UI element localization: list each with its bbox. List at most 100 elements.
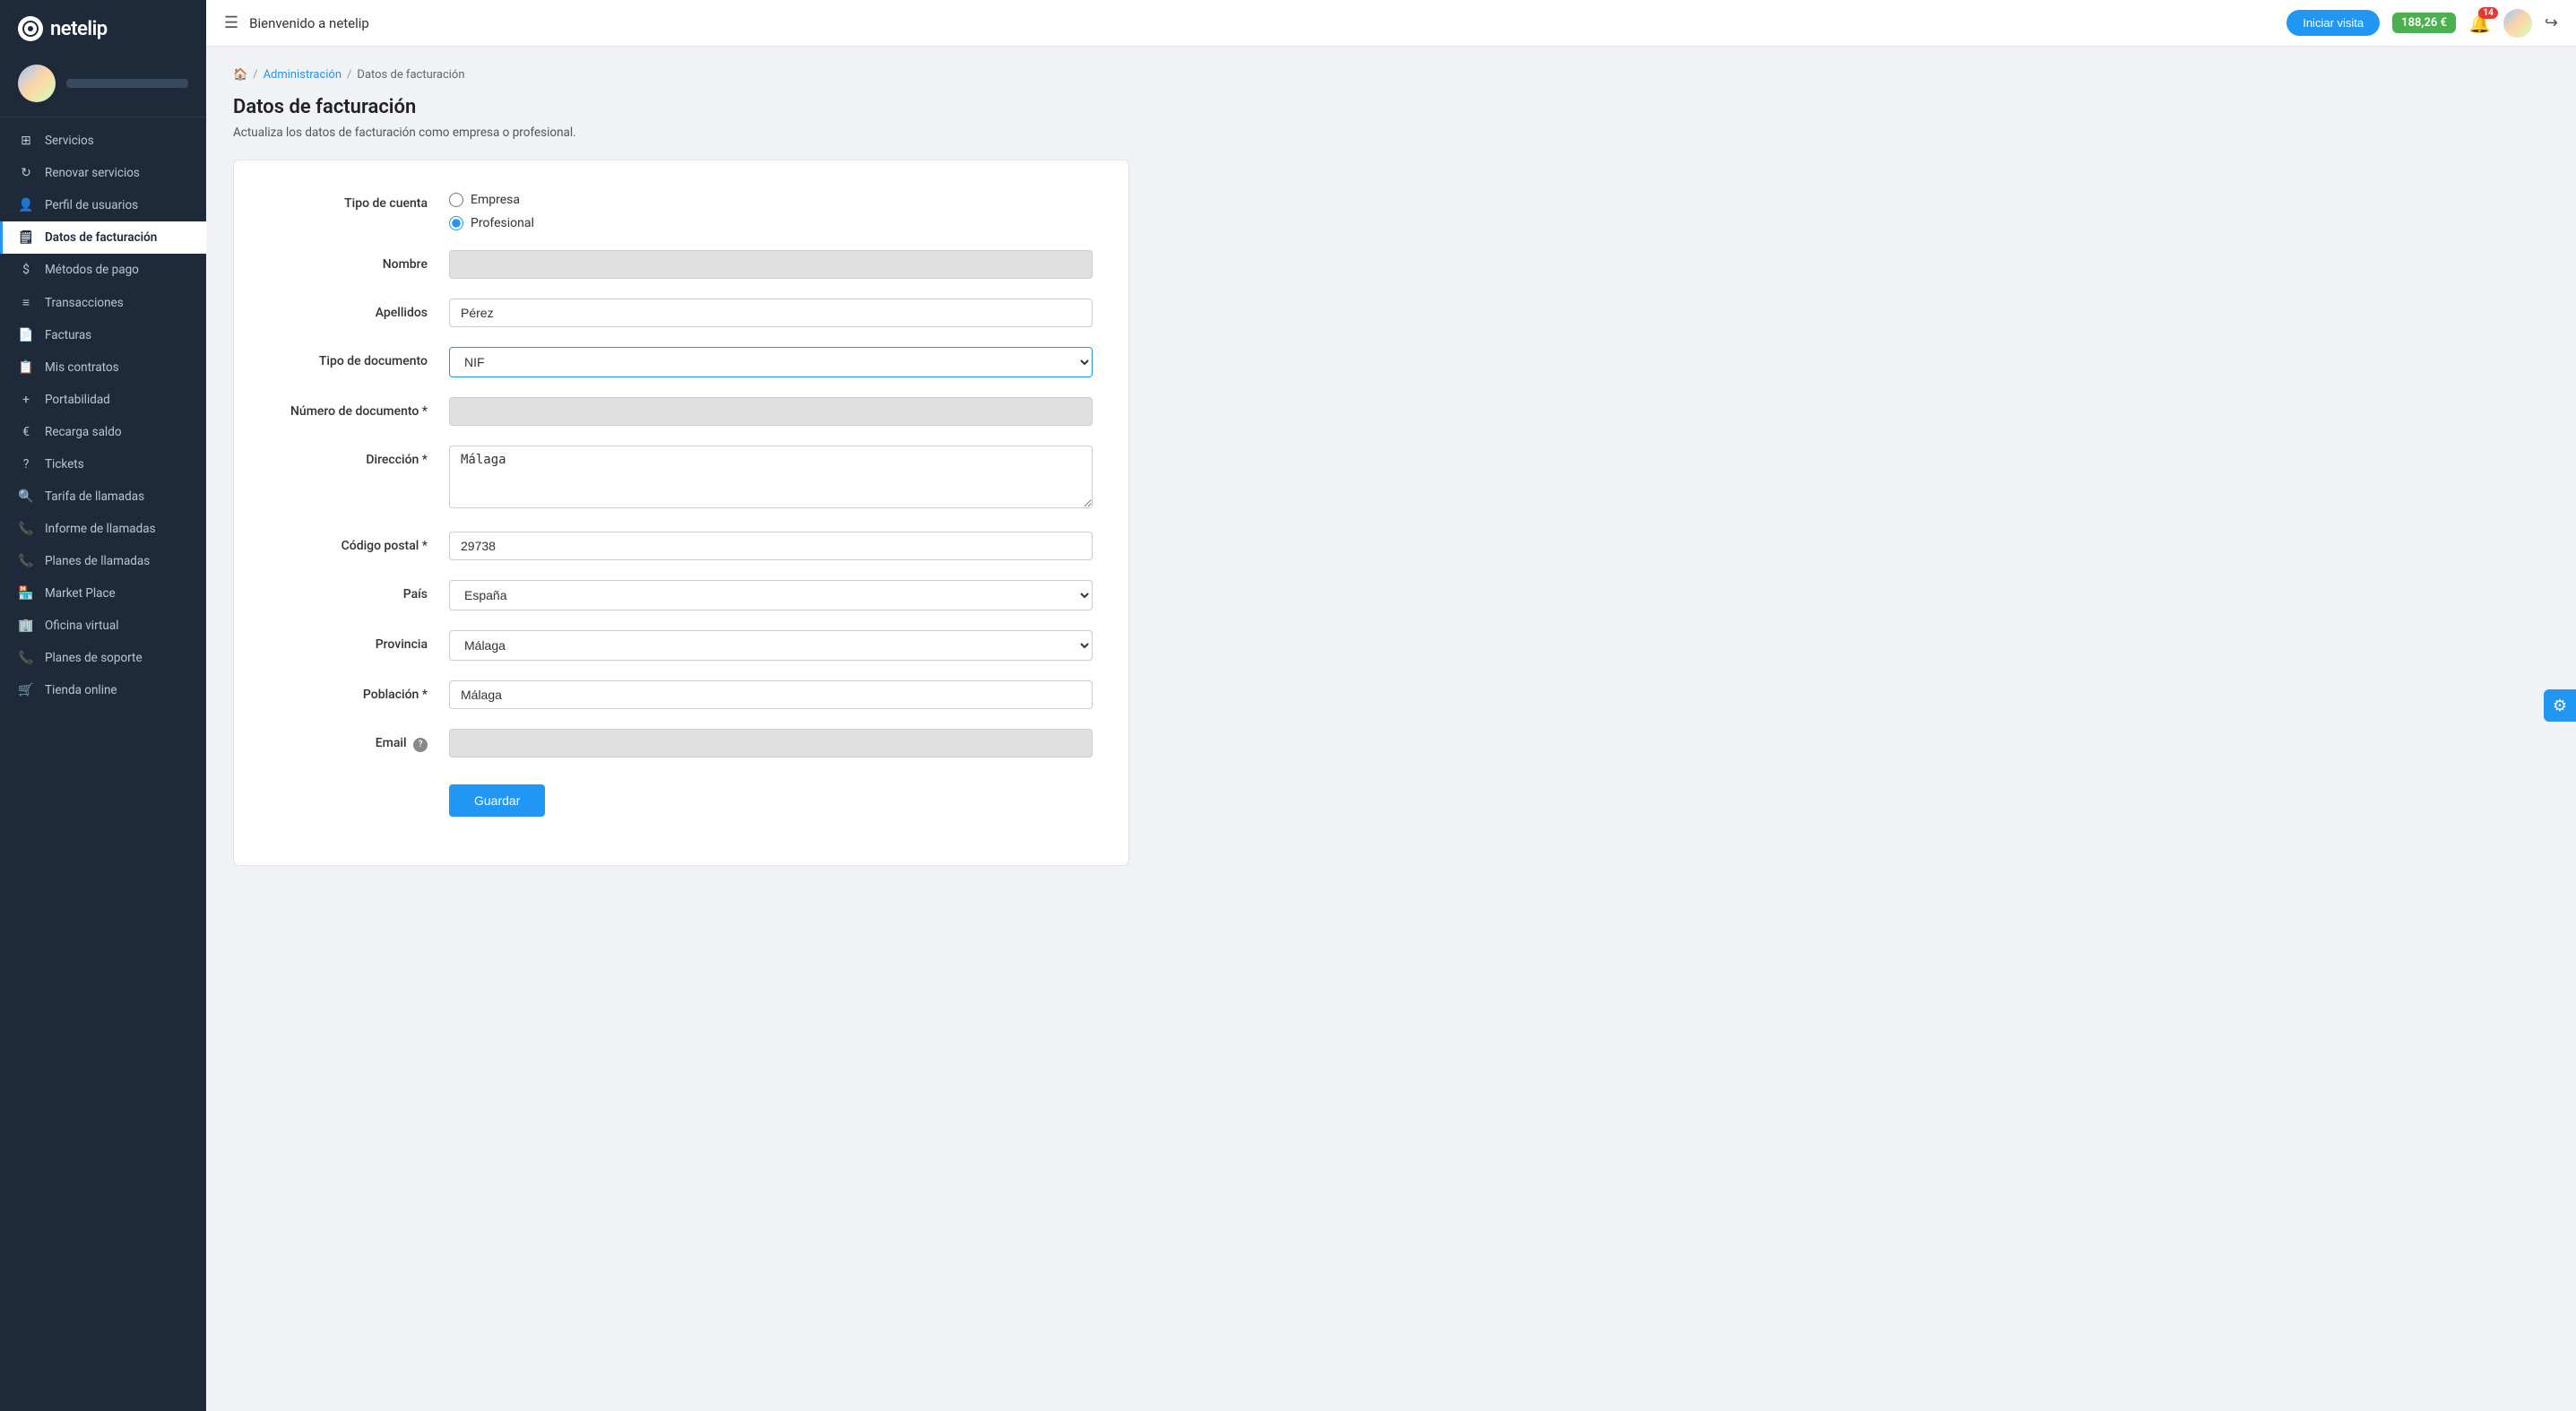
sidebar-profile bbox=[0, 54, 206, 117]
sidebar-item-informe[interactable]: 📞 Informe de llamadas bbox=[0, 513, 206, 545]
transactions-icon: ≡ bbox=[18, 295, 34, 310]
apellidos-field bbox=[449, 299, 1093, 327]
sidebar-logo: netelip bbox=[0, 0, 206, 54]
email-help-icon[interactable]: ? bbox=[413, 738, 428, 752]
sidebar-item-oficina[interactable]: 🏢 Oficina virtual bbox=[0, 610, 206, 642]
direccion-textarea[interactable]: Málaga bbox=[449, 446, 1093, 508]
pais-row: País España Francia Alemania Portugal bbox=[270, 580, 1093, 610]
sidebar-item-label: Transacciones bbox=[45, 296, 124, 310]
provincia-field: Málaga Madrid Barcelona Sevilla bbox=[449, 630, 1093, 661]
sidebar-item-label: Mis contratos bbox=[45, 360, 119, 375]
contract-icon: 📋 bbox=[18, 360, 34, 375]
sidebar-item-label: Tickets bbox=[45, 457, 84, 472]
sidebar-item-tarifa[interactable]: 🔍 Tarifa de llamadas bbox=[0, 480, 206, 513]
header-right: Iniciar visita 188,26 € 🔔 14 ↪ bbox=[2286, 9, 2558, 38]
nombre-field bbox=[449, 250, 1093, 279]
nombre-row: Nombre bbox=[270, 250, 1093, 279]
office-icon: 🏢 bbox=[18, 619, 34, 633]
sidebar-item-label: Planes de llamadas bbox=[45, 554, 150, 568]
balance-badge: 188,26 € bbox=[2392, 13, 2456, 33]
tipo-doc-field: NIF NIE Pasaporte CIF bbox=[449, 347, 1093, 377]
pais-select[interactable]: España Francia Alemania Portugal bbox=[449, 580, 1093, 610]
header-avatar[interactable] bbox=[2503, 9, 2532, 38]
radio-profesional-label: Profesional bbox=[471, 216, 534, 230]
start-visit-button[interactable]: Iniciar visita bbox=[2286, 10, 2380, 36]
sidebar-item-recarga[interactable]: € Recarga saldo bbox=[0, 416, 206, 448]
notification-count: 14 bbox=[2478, 7, 2497, 19]
sidebar-item-servicios[interactable]: ⊞ Servicios bbox=[0, 125, 206, 157]
num-doc-row: Número de documento * bbox=[270, 397, 1093, 426]
save-button[interactable]: Guardar bbox=[449, 784, 545, 817]
sidebar-item-tickets[interactable]: ? Tickets bbox=[0, 448, 206, 480]
billing-form-card: Tipo de cuenta Empresa Profesional Nombr… bbox=[233, 160, 1129, 866]
support-icon: 📞 bbox=[18, 651, 34, 665]
logout-icon[interactable]: ↪ bbox=[2545, 13, 2558, 32]
recharge-icon: € bbox=[18, 425, 34, 439]
tipo-doc-label: Tipo de documento bbox=[270, 347, 449, 368]
logo-text: netelip bbox=[50, 18, 108, 40]
radio-profesional[interactable]: Profesional bbox=[449, 216, 1093, 230]
home-icon[interactable]: 🏠 bbox=[233, 68, 247, 82]
invoice-icon: 📄 bbox=[18, 328, 34, 342]
settings-fab[interactable]: ⚙ bbox=[2544, 689, 2576, 722]
num-doc-label: Número de documento * bbox=[270, 397, 449, 419]
logo-icon bbox=[18, 16, 43, 41]
ticket-icon: ? bbox=[18, 457, 34, 472]
provincia-label: Provincia bbox=[270, 630, 449, 652]
poblacion-field bbox=[449, 680, 1093, 709]
sidebar-item-label: Datos de facturación bbox=[45, 230, 157, 245]
sidebar-item-label: Métodos de pago bbox=[45, 263, 139, 277]
sidebar-item-metodos[interactable]: $ Métodos de pago bbox=[0, 254, 206, 286]
poblacion-input[interactable] bbox=[449, 680, 1093, 709]
sidebar-item-label: Recarga saldo bbox=[45, 425, 122, 439]
report-icon: 📞 bbox=[18, 522, 34, 536]
sidebar-item-label: Tarifa de llamadas bbox=[45, 489, 144, 504]
breadcrumb-admin[interactable]: Administración bbox=[264, 68, 341, 82]
sidebar-item-facturacion[interactable]: 🗒 Datos de facturación bbox=[0, 221, 206, 254]
radio-empresa-input[interactable] bbox=[449, 193, 463, 207]
sidebar-item-transacciones[interactable]: ≡ Transacciones bbox=[0, 286, 206, 319]
radio-empresa[interactable]: Empresa bbox=[449, 193, 1093, 207]
cp-input[interactable] bbox=[449, 532, 1093, 560]
header: ☰ Bienvenido a netelip Iniciar visita 18… bbox=[206, 0, 2576, 47]
refresh-icon: ↻ bbox=[18, 166, 34, 180]
sidebar-item-label: Tienda online bbox=[45, 683, 117, 697]
sidebar-item-label: Portabilidad bbox=[45, 393, 110, 407]
sidebar-item-facturas[interactable]: 📄 Facturas bbox=[0, 319, 206, 351]
sidebar-item-renovar[interactable]: ↻ Renovar servicios bbox=[0, 157, 206, 189]
sidebar-item-tienda[interactable]: 🛒 Tienda online bbox=[0, 674, 206, 706]
num-doc-input[interactable] bbox=[449, 397, 1093, 426]
page-subtitle: Actualiza los datos de facturación como … bbox=[233, 126, 2549, 140]
sidebar-item-label: Oficina virtual bbox=[45, 619, 118, 633]
grid-icon: ⊞ bbox=[18, 134, 34, 148]
radio-profesional-input[interactable] bbox=[449, 216, 463, 230]
tipo-doc-row: Tipo de documento NIF NIE Pasaporte CIF bbox=[270, 347, 1093, 377]
pais-label: País bbox=[270, 580, 449, 602]
sidebar-item-contratos[interactable]: 📋 Mis contratos bbox=[0, 351, 206, 384]
email-row: Email ? bbox=[270, 729, 1093, 757]
email-input[interactable] bbox=[449, 729, 1093, 757]
tipo-doc-select[interactable]: NIF NIE Pasaporte CIF bbox=[449, 347, 1093, 377]
sidebar-item-label: Planes de soporte bbox=[45, 651, 143, 665]
sidebar-item-soporte[interactable]: 📞 Planes de soporte bbox=[0, 642, 206, 674]
nombre-input[interactable] bbox=[449, 250, 1093, 279]
apellidos-label: Apellidos bbox=[270, 299, 449, 320]
sidebar-item-perfil[interactable]: 👤 Perfil de usuarios bbox=[0, 189, 206, 221]
apellidos-input[interactable] bbox=[449, 299, 1093, 327]
save-field: Guardar bbox=[449, 777, 1093, 817]
provincia-select[interactable]: Málaga Madrid Barcelona Sevilla bbox=[449, 630, 1093, 661]
sidebar-item-planes-llamadas[interactable]: 📞 Planes de llamadas bbox=[0, 545, 206, 577]
header-title: Bienvenido a netelip bbox=[249, 15, 2276, 31]
menu-icon[interactable]: ☰ bbox=[224, 13, 238, 32]
sidebar-item-label: Servicios bbox=[45, 134, 94, 148]
main-wrapper: ☰ Bienvenido a netelip Iniciar visita 18… bbox=[206, 0, 2576, 1411]
tariff-icon: 🔍 bbox=[18, 489, 34, 504]
notifications-button[interactable]: 🔔 14 bbox=[2468, 13, 2491, 34]
billing-icon: 🗒 bbox=[18, 230, 34, 245]
email-field bbox=[449, 729, 1093, 757]
sidebar-item-portabilidad[interactable]: + Portabilidad bbox=[0, 384, 206, 416]
direccion-field: Málaga bbox=[449, 446, 1093, 512]
sidebar-item-marketplace[interactable]: 🏪 Market Place bbox=[0, 577, 206, 610]
cp-field bbox=[449, 532, 1093, 560]
marketplace-icon: 🏪 bbox=[18, 586, 34, 601]
